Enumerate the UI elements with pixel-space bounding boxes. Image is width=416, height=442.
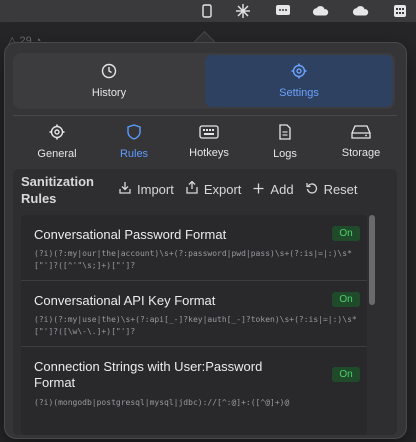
list-item[interactable]: Connection Strings with User:Password Fo…	[21, 347, 367, 425]
scrollbar[interactable]	[369, 215, 375, 305]
export-label: Export	[203, 181, 242, 197]
tab-hotkeys-label: Hotkeys	[189, 147, 229, 159]
rules-list: Conversational Password Format On (?i)(?…	[21, 215, 367, 435]
keyboard-icon	[199, 125, 219, 142]
gear-icon	[291, 63, 307, 82]
reset-icon	[305, 182, 318, 197]
phone-icon[interactable]	[198, 3, 216, 19]
rule-name: Conversational Password Format	[34, 227, 227, 242]
tab-storage[interactable]: Storage	[329, 121, 393, 163]
list-item[interactable]: Conversational API Key Format On (?i)(?:…	[21, 281, 367, 347]
rules-toolbar: Import Export Add Reset	[119, 180, 358, 197]
plus-icon	[253, 182, 264, 197]
tab-rules[interactable]: Rules	[102, 121, 166, 163]
tab-history[interactable]: History	[15, 55, 203, 107]
shield-icon	[127, 124, 141, 143]
gear-icon	[49, 124, 65, 143]
tab-storage-label: Storage	[341, 147, 381, 159]
drive-icon	[351, 125, 371, 142]
add-button[interactable]: Add	[253, 181, 294, 197]
calendar-icon[interactable]	[391, 3, 409, 19]
export-button[interactable]: Export	[186, 180, 242, 197]
clock-icon	[101, 63, 117, 82]
add-label: Add	[270, 181, 294, 197]
reset-button[interactable]: Reset	[305, 181, 358, 197]
tab-settings-label: Settings	[279, 87, 319, 99]
status-badge[interactable]: On	[332, 226, 360, 241]
import-icon	[119, 181, 131, 197]
rule-pattern: (?i)(mongodb|postgresql|mysql|jdbc)://[^…	[34, 398, 290, 407]
import-button[interactable]: Import	[119, 181, 174, 197]
top-segment-control: History Settings	[13, 53, 395, 109]
rule-name: Conversational API Key Format	[34, 293, 216, 308]
chat-icon[interactable]	[274, 3, 292, 19]
rules-panel: Sanitization Rules Import Export Add Res…	[13, 169, 397, 435]
burst-icon[interactable]	[234, 3, 252, 19]
panel-title: Sanitization Rules	[21, 174, 94, 206]
rule-pattern: (?i)(?:my|use|the)\s+(?:api[_-]?key|auth…	[34, 315, 357, 336]
rule-pattern: (?i)(?:my|our|the|account)\s+(?:password…	[34, 249, 352, 270]
menu-bar	[0, 0, 416, 22]
status-badge[interactable]: On	[332, 292, 360, 307]
rule-name: Connection Strings with User:Password Fo…	[34, 359, 263, 390]
tab-logs[interactable]: Logs	[253, 121, 317, 163]
tab-history-label: History	[91, 87, 127, 99]
document-icon	[278, 124, 292, 143]
tab-logs-label: Logs	[273, 148, 297, 160]
export-icon	[186, 180, 198, 197]
tab-settings[interactable]: Settings	[205, 55, 393, 107]
divider	[13, 115, 397, 116]
settings-popover: History Settings General Rules Hotkeys L…	[4, 42, 407, 439]
cloud-icon[interactable]	[352, 3, 370, 19]
tab-general[interactable]: General	[25, 121, 89, 163]
import-label: Import	[137, 181, 174, 197]
list-item[interactable]: Conversational Password Format On (?i)(?…	[21, 215, 367, 281]
status-badge[interactable]: On	[332, 367, 360, 382]
tab-hotkeys[interactable]: Hotkeys	[177, 121, 241, 163]
tab-rules-label: Rules	[119, 148, 149, 160]
tab-general-label: General	[37, 148, 77, 160]
cloud-icon[interactable]	[312, 3, 330, 19]
settings-tabs: General Rules Hotkeys Logs Storage	[13, 119, 397, 165]
reset-label: Reset	[323, 181, 358, 197]
